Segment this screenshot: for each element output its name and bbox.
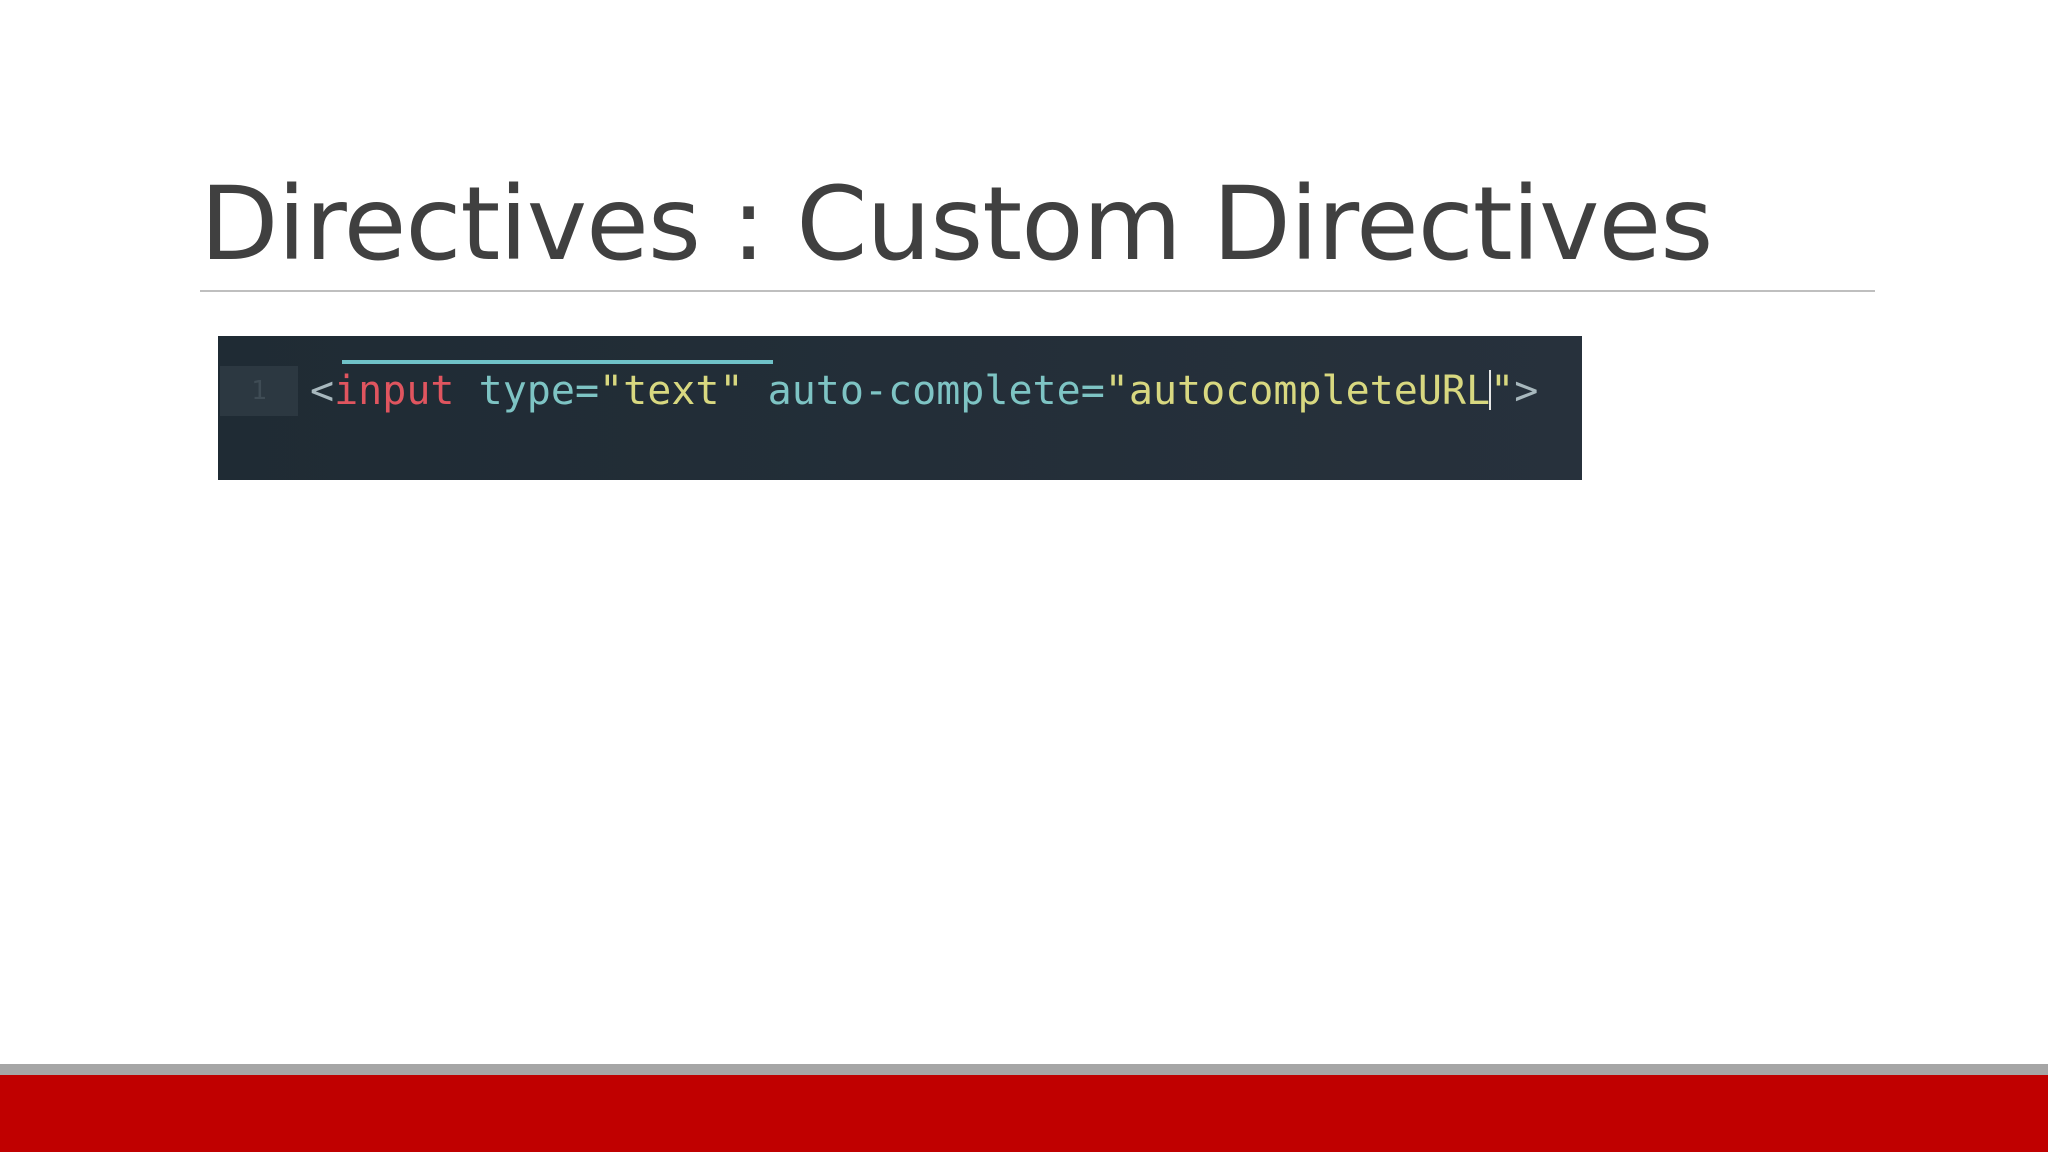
code-line: <input type="text" auto-complete="autoco… bbox=[310, 366, 1538, 416]
slide-title: Directives : Custom Directives bbox=[200, 165, 1713, 284]
attribute-autocomplete-value: "autocompleteURL bbox=[1104, 368, 1491, 414]
line-number: 1 bbox=[220, 366, 298, 416]
attribute-autocomplete-value-end: " bbox=[1490, 368, 1515, 414]
tag-match-highlight bbox=[342, 360, 773, 364]
close-angle-bracket: > bbox=[1514, 368, 1539, 414]
code-snippet: 1 <input type="text" auto-complete="auto… bbox=[218, 336, 1582, 480]
slide: Directives : Custom Directives 1 <input … bbox=[0, 0, 2048, 1152]
tag-name: input bbox=[334, 368, 455, 414]
title-divider bbox=[200, 290, 1875, 292]
attribute-autocomplete-name: auto-complete= bbox=[767, 368, 1105, 414]
open-angle-bracket: < bbox=[310, 368, 335, 414]
footer-bar bbox=[0, 1075, 2048, 1152]
attribute-type-value: "text" bbox=[599, 368, 744, 414]
footer-stripe bbox=[0, 1064, 2048, 1075]
attribute-type-name: type= bbox=[478, 368, 600, 414]
